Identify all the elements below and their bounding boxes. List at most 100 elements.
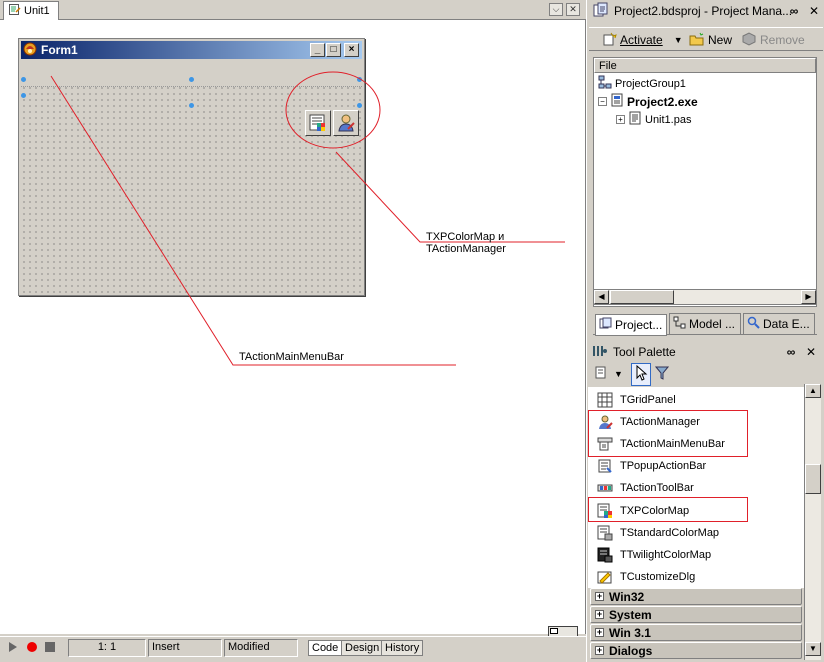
record-icon[interactable] (26, 641, 38, 656)
palette-item-label: TCustomizeDlg (620, 571, 696, 583)
pas-file-icon (628, 111, 642, 128)
activate-button[interactable]: Activate ▼ (603, 31, 683, 49)
palette-item-label: TPopupActionBar (620, 460, 707, 472)
selection-handle[interactable] (189, 103, 194, 108)
palette-item-label: TGridPanel (620, 394, 676, 406)
action-toolbar-icon (596, 479, 614, 497)
scroll-up-icon[interactable]: ▲ (805, 384, 821, 398)
twilight-color-map-icon (596, 546, 614, 564)
expand-toggle-icon[interactable]: + (616, 115, 625, 124)
tree-item-label: Unit1.pas (645, 113, 692, 126)
filter-icon[interactable] (654, 365, 669, 384)
tab-model-view[interactable]: Model ... (669, 313, 741, 335)
scroll-thumb[interactable] (610, 290, 674, 304)
minimize-button[interactable]: _ (310, 43, 325, 57)
tab-close-icon[interactable]: ✕ (566, 3, 580, 16)
palette-item-tstandardcolormap[interactable]: TStandardColorMap (588, 522, 804, 544)
tab-history[interactable]: History (381, 640, 424, 656)
tree-item-projectgroup[interactable]: ProjectGroup1 (598, 75, 686, 92)
tab-data-explorer[interactable]: Data E... (743, 313, 815, 335)
editor-tabstrip: Unit1 ⌵ ✕ (0, 0, 586, 20)
tab-list-chevron-icon[interactable]: ⌵ (549, 3, 563, 16)
palette-item-tactionmainmenubar[interactable]: TActionMainMenuBar (588, 433, 804, 455)
categories-dropdown-chevron-icon[interactable]: ▼ (614, 369, 623, 379)
run-play-icon[interactable] (8, 641, 18, 656)
tab-design[interactable]: Design (341, 640, 384, 656)
expand-toggle-icon: + (595, 591, 604, 601)
palette-item-label: TXPColorMap (620, 505, 690, 517)
pointer-arrow-icon[interactable] (630, 362, 651, 386)
main-menu-bar-icon (596, 435, 614, 453)
tool-palette-toolbar: ▼ (590, 362, 824, 386)
palette-category-system[interactable]: + System (590, 606, 802, 623)
palette-item-txpcolormap[interactable]: TXPColorMap (588, 500, 804, 522)
designer-area: Unit1 ⌵ ✕ Form1 _ □ × TXPColorMap и TAct… (0, 0, 586, 662)
form-designer-canvas[interactable]: Form1 _ □ × TXPColorMap и TActionManager… (0, 20, 586, 648)
tool-palette-vertical-scrollbar[interactable]: ▲ ▼ (804, 384, 821, 660)
scroll-left-icon[interactable]: ◀ (594, 290, 609, 304)
palette-item-tgridpanel[interactable]: TGridPanel (588, 389, 804, 411)
selection-handle[interactable] (21, 93, 26, 98)
new-button[interactable]: New (689, 31, 732, 49)
activate-dropdown-chevron-icon[interactable]: ▼ (674, 35, 683, 45)
tree-item-unit[interactable]: + Unit1.pas (616, 111, 691, 128)
project-exe-icon (610, 93, 624, 110)
tool-palette-titlebar[interactable]: Tool Palette ∞ ✕ (588, 342, 822, 362)
palette-item-label: TStandardColorMap (620, 527, 720, 539)
palette-item-label: TTwilightColorMap (620, 549, 712, 561)
remove-button[interactable]: Remove (741, 31, 805, 49)
close-button[interactable]: × (344, 43, 359, 57)
pin-icon[interactable]: ∞ (784, 345, 798, 359)
palette-category-dialogs[interactable]: + Dialogs (590, 642, 802, 659)
xpcolormap-component-icon[interactable] (305, 110, 331, 136)
tool-palette-list: TGridPanel TActionManager TActionMainMen… (588, 387, 804, 588)
palette-category-win31[interactable]: + Win 3.1 (590, 624, 802, 641)
tab-label: Model ... (689, 317, 736, 331)
palette-item-tpopupactionbar[interactable]: TPopupActionBar (588, 455, 804, 477)
tab-unit1[interactable]: Unit1 (3, 1, 59, 20)
data-explorer-icon (747, 316, 760, 332)
palette-category-win32[interactable]: + Win32 (590, 588, 802, 605)
annotation-colormap-manager: TXPColorMap и TActionManager (426, 231, 506, 255)
selection-handle[interactable] (189, 77, 194, 82)
form1-client-area[interactable] (21, 61, 362, 293)
maximize-button[interactable]: □ (326, 43, 341, 57)
form1-window[interactable]: Form1 _ □ × (18, 38, 365, 296)
palette-item-tactiontoolbar[interactable]: TActionToolBar (588, 477, 804, 499)
actionmainmenubar-component[interactable] (21, 61, 362, 87)
tab-label: Project... (615, 318, 663, 332)
palette-item-tactionmanager[interactable]: TActionManager (588, 411, 804, 433)
column-header-file[interactable]: File (594, 58, 816, 73)
scroll-thumb[interactable] (805, 464, 821, 494)
expand-toggle-icon: + (595, 645, 604, 655)
scroll-right-icon[interactable]: ▶ (801, 290, 816, 304)
palette-item-ttwilightcolormap[interactable]: TTwilightColorMap (588, 544, 804, 566)
scroll-down-icon[interactable]: ▼ (805, 642, 821, 656)
modified-state: Modified (224, 639, 298, 657)
project-manager-titlebar[interactable]: Project2.bdsproj - Project Mana... ∞ ✕ (589, 1, 823, 21)
tree-horizontal-scrollbar[interactable]: ◀ ▶ (593, 289, 817, 305)
cursor-position: 1: 1 (68, 639, 146, 657)
collapse-toggle-icon[interactable]: − (598, 97, 607, 106)
selection-handle[interactable] (357, 77, 362, 82)
callout-line-colormap (335, 151, 565, 243)
tab-code[interactable]: Code (308, 640, 343, 656)
palette-item-tcustomizedlg[interactable]: TCustomizeDlg (588, 566, 804, 588)
activate-label: Activate (620, 33, 663, 47)
tree-item-project[interactable]: − Project2.exe (598, 93, 698, 110)
actionmanager-component-icon[interactable] (333, 110, 359, 136)
project-tree[interactable]: File ProjectGroup1 − Project2.exe + Unit… (593, 57, 817, 307)
category-label: Win 3.1 (609, 625, 651, 640)
panel-close-icon[interactable]: ✕ (804, 345, 818, 359)
tab-project-manager[interactable]: Project... (595, 314, 667, 336)
palette-item-label: TActionMainMenuBar (620, 438, 725, 450)
selection-handle[interactable] (21, 77, 26, 82)
remove-label: Remove (760, 33, 805, 47)
xp-color-map-icon (596, 502, 614, 520)
project-tab-icon (599, 317, 612, 333)
pin-icon[interactable]: ∞ (787, 4, 801, 18)
categories-icon[interactable] (594, 365, 610, 384)
stop-icon[interactable] (44, 641, 56, 656)
panel-close-icon[interactable]: ✕ (807, 4, 821, 18)
selection-handle[interactable] (357, 103, 362, 108)
